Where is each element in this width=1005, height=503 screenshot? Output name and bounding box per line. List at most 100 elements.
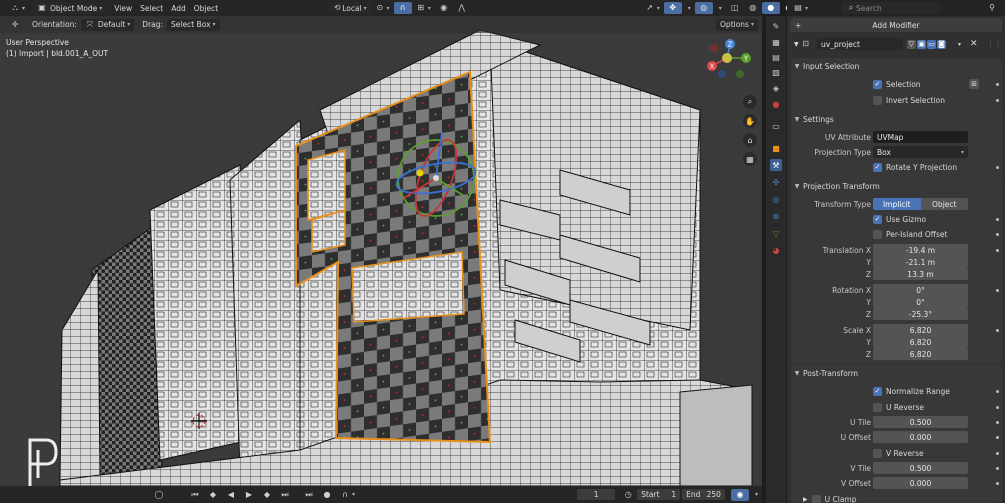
rotate-y-checkbox[interactable]: ✓ Rotate Y Projection — [873, 162, 957, 172]
object-tab-icon[interactable]: ■ — [770, 142, 782, 154]
clock-icon[interactable]: ◷ — [619, 489, 637, 501]
vertex-group-icon[interactable]: ⊞ — [969, 79, 979, 89]
xray-toggle[interactable]: ◫ — [726, 2, 744, 14]
animate-dot[interactable] — [996, 452, 999, 455]
keying-set-button[interactable]: ∩ ▾ — [336, 489, 359, 501]
animate-dot[interactable] — [996, 289, 999, 292]
per-island-offset-checkbox[interactable]: Per-Island Offset — [873, 229, 947, 239]
data-tab-icon[interactable]: ▽ — [770, 227, 782, 239]
gizmo-dropdown[interactable]: ▾ — [682, 2, 695, 14]
orientation-dropdown[interactable]: ⤧ Default ▾ — [80, 18, 135, 31]
u-clamp-checkbox[interactable] — [811, 494, 821, 503]
output-tab-icon[interactable]: ▤ — [770, 51, 782, 63]
selectability-button[interactable]: ➚ ▾ — [641, 2, 664, 14]
animate-dot[interactable] — [996, 166, 999, 169]
v-offset-field[interactable]: 0.000 — [873, 477, 968, 489]
animate-dot[interactable] — [996, 83, 999, 86]
modifier-wrench-icon[interactable]: ⚒ — [770, 159, 782, 171]
render-camera-icon[interactable]: ◙ — [937, 39, 946, 49]
prev-keyframe-button[interactable]: ◆ — [204, 489, 222, 501]
input-selection-header[interactable]: ▼ Input Selection — [791, 58, 1002, 74]
gizmo-toggle[interactable]: ✥ — [663, 2, 682, 14]
autokey-button[interactable]: ● — [318, 489, 336, 501]
collection-tab-icon[interactable]: ▭ — [770, 120, 782, 132]
animate-dot[interactable] — [996, 329, 999, 332]
overlay-toggle[interactable]: ◎ — [694, 2, 713, 14]
animate-dot[interactable] — [996, 99, 999, 102]
edit-mode-toggle-icon[interactable]: ▽ — [907, 39, 916, 49]
sync-dropdown[interactable]: ▾ — [749, 489, 762, 501]
snap-target-button[interactable]: ⊞ ▾ — [412, 2, 435, 14]
modifier-menu-chevron-icon[interactable]: ▾ — [958, 41, 961, 48]
next-keyframe-button[interactable]: ◆ — [258, 489, 276, 501]
drag-dropdown[interactable]: Select Box ▾ — [167, 18, 220, 31]
add-modifier-button[interactable]: + Add Modifier — [790, 18, 1002, 32]
translation-z-field[interactable]: 13.3 m — [873, 268, 968, 280]
play-reverse-button[interactable]: ◀ — [222, 489, 240, 501]
animate-dot[interactable] — [996, 467, 999, 470]
u-clamp-header[interactable]: ▶ U Clamp — [787, 492, 1005, 503]
animate-dot[interactable] — [996, 390, 999, 393]
object-option[interactable]: Object — [920, 198, 968, 210]
uv-attribute-field[interactable]: UVMap — [873, 131, 968, 143]
u-tile-field[interactable]: 0.500 — [873, 416, 968, 428]
end-frame-field[interactable]: End 250 — [682, 489, 725, 500]
implicit-option[interactable]: Implicit — [873, 198, 921, 210]
rotation-z-field[interactable]: -25.3° — [873, 308, 968, 320]
active-tool-button[interactable]: ✛ — [6, 19, 24, 31]
jump-start-button[interactable]: ⏮ — [186, 489, 204, 501]
menu-view[interactable]: View — [110, 2, 136, 14]
shading-wireframe[interactable]: ◍ — [744, 2, 762, 14]
animate-dot[interactable] — [996, 482, 999, 485]
overlay-dropdown[interactable]: ▾ — [713, 2, 726, 14]
particles-tab-icon[interactable]: ✣ — [770, 176, 782, 188]
animate-dot[interactable] — [996, 218, 999, 221]
proportional-edit-button[interactable]: ◉ — [435, 2, 453, 14]
world-tab-icon[interactable]: ● — [770, 98, 782, 110]
post-transform-header[interactable]: ▼ Post-Transform — [791, 365, 1002, 381]
animate-dot[interactable] — [996, 233, 999, 236]
render-tab-icon[interactable]: ▦ — [770, 36, 782, 48]
falloff-button[interactable]: ⋀ — [453, 2, 471, 14]
constraints-tab-icon[interactable]: ⊛ — [770, 210, 782, 222]
camera-icon[interactable]: ⌂ — [743, 133, 757, 147]
pin-icon[interactable]: ⚲ — [983, 2, 1001, 14]
animate-dot[interactable] — [996, 421, 999, 424]
ortho-grid-icon[interactable]: ▦ — [743, 152, 757, 166]
v-reverse-checkbox[interactable]: V Reverse — [873, 448, 924, 458]
menu-add[interactable]: Add — [167, 2, 190, 14]
use-gizmo-checkbox[interactable]: ✓ Use Gizmo — [873, 214, 926, 224]
animate-dot[interactable] — [996, 406, 999, 409]
projection-transform-header[interactable]: ▼ Projection Transform — [791, 178, 1002, 194]
material-tab-icon[interactable]: ◕ — [770, 244, 782, 256]
menu-object[interactable]: Object — [190, 2, 222, 14]
keyframe-dot-icon[interactable]: ◯ — [150, 489, 168, 501]
drag-handle-icon[interactable]: ⋮⋮ — [987, 40, 1002, 49]
projection-type-dropdown[interactable]: Box ▾ — [873, 146, 968, 158]
properties-editor-type[interactable]: ▤ ▾ — [789, 2, 812, 14]
properties-search[interactable]: ⌕ Search — [842, 2, 941, 14]
tool-tab-icon[interactable]: ✎ — [770, 20, 782, 32]
pan-hand-icon[interactable]: ✋ — [743, 114, 757, 128]
invert-selection-checkbox[interactable]: Invert Selection — [873, 95, 945, 105]
current-frame-field[interactable]: 1 — [577, 489, 616, 500]
collapse-chevron-icon[interactable]: ▼ — [794, 41, 799, 48]
transform-orientation-dropdown[interactable]: ⟲ Local ▾ — [328, 2, 371, 14]
cage-toggle-icon[interactable]: ▣ — [917, 39, 926, 49]
editor-type-button[interactable]: ⛬ ▾ — [6, 2, 29, 14]
selection-checkbox[interactable]: ✓ Selection — [873, 79, 921, 89]
settings-header[interactable]: ▼ Settings — [791, 111, 1002, 127]
shading-solid[interactable]: ● — [761, 2, 780, 14]
building-scene[interactable]: Z Y X — [0, 0, 762, 503]
v-tile-field[interactable]: 0.500 — [873, 462, 968, 474]
u-offset-field[interactable]: 0.000 — [873, 431, 968, 443]
scale-z-field[interactable]: 6.820 — [873, 348, 968, 360]
pivot-point-button[interactable]: ⊙ ▾ — [371, 2, 394, 14]
scene-tab-icon[interactable]: ◈ — [770, 82, 782, 94]
options-dropdown[interactable]: Options ▾ — [716, 18, 758, 31]
close-icon[interactable]: ✕ — [970, 39, 978, 49]
sync-button[interactable]: ◉ — [730, 488, 749, 501]
mode-dropdown[interactable]: ▣ Object Mode ▾ — [33, 2, 107, 14]
play-button[interactable]: ▶ — [240, 489, 258, 501]
u-reverse-checkbox[interactable]: U Reverse — [873, 402, 924, 412]
